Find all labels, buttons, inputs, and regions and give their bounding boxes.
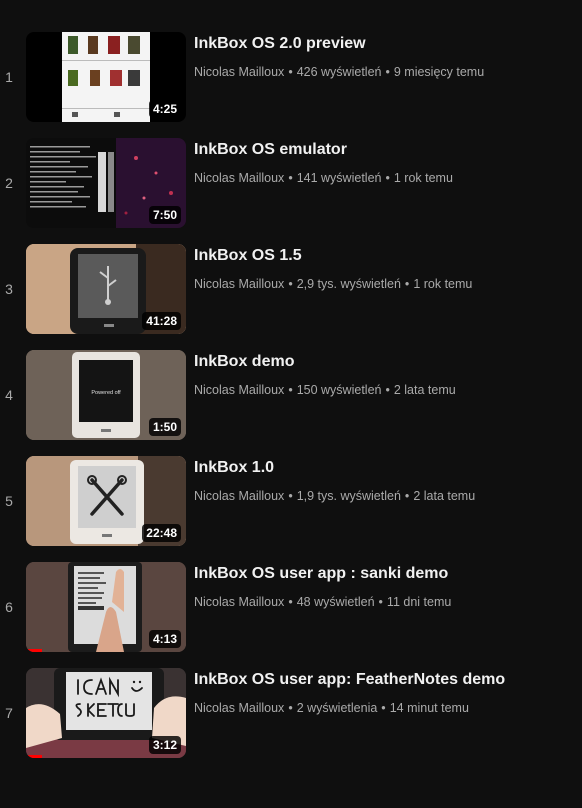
playlist-item[interactable]: 1 4:25 InkBox OS 2.0 preview Nicolas Mai… bbox=[0, 32, 582, 122]
upload-age: 11 dni temu bbox=[386, 595, 452, 609]
item-index: 7 bbox=[5, 705, 13, 721]
meta-separator: • bbox=[385, 383, 390, 397]
playlist-item[interactable]: 2 7:50 InkBox OS emulator Nicolas Maillo… bbox=[0, 138, 582, 228]
video-meta: Nicolas Mailloux • 426 wyświetleń • 9 miesię… bbox=[194, 65, 574, 79]
meta-separator: • bbox=[288, 595, 293, 609]
video-title[interactable]: InkBox OS user app : sanki demo bbox=[194, 565, 574, 583]
view-count: 141 wyświetleń bbox=[296, 171, 382, 185]
item-index: 1 bbox=[5, 69, 13, 85]
video-meta: Nicolas Mailloux • 141 wyświetleń • 1 rok te… bbox=[194, 171, 574, 185]
upload-age: 2 lata temu bbox=[393, 383, 456, 397]
video-duration: 4:13 bbox=[148, 630, 181, 648]
meta-separator: • bbox=[385, 171, 390, 185]
watch-progress bbox=[26, 755, 42, 758]
channel-name[interactable]: Nicolas Mailloux bbox=[194, 383, 284, 397]
video-duration: 22:48 bbox=[142, 524, 181, 542]
channel-name[interactable]: Nicolas Mailloux bbox=[194, 595, 284, 609]
upload-age: 1 rok temu bbox=[413, 277, 473, 291]
video-thumbnail[interactable]: 41:28 bbox=[26, 244, 186, 334]
video-meta: Nicolas Mailloux • 2,9 tys. wyświetleń • 1 r… bbox=[194, 277, 574, 291]
video-thumbnail[interactable]: 3:12 bbox=[26, 668, 186, 758]
video-title[interactable]: InkBox demo bbox=[194, 353, 574, 371]
video-thumbnail[interactable]: Powered off 1:50 bbox=[26, 350, 186, 440]
item-index: 2 bbox=[5, 175, 13, 191]
video-title[interactable]: InkBox OS user app: FeatherNotes demo bbox=[194, 671, 574, 689]
video-meta: Nicolas Mailloux • 48 wyświetleń • 11 dni te… bbox=[194, 595, 574, 609]
playlist-item[interactable]: 3 41:28 InkBox OS 1.5 Nicolas Mailloux •… bbox=[0, 244, 582, 334]
view-count: 2 wyświetlenia bbox=[296, 701, 378, 715]
video-duration: 7:50 bbox=[148, 206, 181, 224]
video-thumbnail[interactable]: 22:48 bbox=[26, 456, 186, 546]
video-meta: Nicolas Mailloux • 150 wyświetleń • 2 lata t… bbox=[194, 383, 574, 397]
item-index: 3 bbox=[5, 281, 13, 297]
playlist-item[interactable]: 4 Powered off 1:50 InkBox demo Nicolas M… bbox=[0, 350, 582, 440]
meta-separator: • bbox=[288, 277, 293, 291]
watch-progress bbox=[26, 649, 42, 652]
video-title[interactable]: InkBox OS 1.5 bbox=[194, 247, 574, 265]
video-thumbnail[interactable]: 4:13 bbox=[26, 562, 186, 652]
meta-separator: • bbox=[288, 383, 293, 397]
channel-name[interactable]: Nicolas Mailloux bbox=[194, 701, 284, 715]
item-index: 4 bbox=[5, 387, 13, 403]
upload-age: 2 lata temu bbox=[413, 489, 476, 503]
view-count: 48 wyświetleń bbox=[296, 595, 375, 609]
video-title[interactable]: InkBox 1.0 bbox=[194, 459, 574, 477]
meta-separator: • bbox=[404, 277, 410, 291]
channel-name[interactable]: Nicolas Mailloux bbox=[194, 277, 284, 291]
video-duration: 1:50 bbox=[148, 418, 181, 436]
meta-separator: • bbox=[288, 171, 293, 185]
meta-separator: • bbox=[288, 489, 293, 503]
meta-separator: • bbox=[288, 701, 293, 715]
video-duration: 3:12 bbox=[148, 736, 181, 754]
video-meta: Nicolas Mailloux • 2 wyświetlenia • 14 minut… bbox=[194, 701, 574, 715]
item-index: 6 bbox=[5, 599, 13, 615]
view-count: 1,9 tys. wyświetleń bbox=[296, 489, 401, 503]
video-meta: Nicolas Mailloux • 1,9 tys. wyświetleń • 2 l… bbox=[194, 489, 574, 503]
meta-separator: • bbox=[381, 701, 386, 715]
upload-age: 9 miesięcy temu bbox=[393, 65, 485, 79]
video-duration: 41:28 bbox=[142, 312, 181, 330]
playlist-item[interactable]: 6 4:13 InkBox OS user app: sanki demo N… bbox=[0, 562, 582, 652]
video-title[interactable]: InkBox OS emulator bbox=[194, 141, 574, 159]
meta-separator: • bbox=[288, 65, 293, 79]
playlist-item[interactable]: 5 22:48 InkBox 1.0 Nicolas Mailloux • 1,… bbox=[0, 456, 582, 546]
meta-separator: • bbox=[385, 65, 390, 79]
view-count: 426 wyświetleń bbox=[296, 65, 382, 79]
meta-separator: • bbox=[404, 489, 410, 503]
view-count: 150 wyświetleń bbox=[296, 383, 382, 397]
video-title[interactable]: InkBox OS 2.0 preview bbox=[194, 35, 574, 53]
powered-off-text: Powered off bbox=[91, 390, 121, 396]
video-thumbnail[interactable]: 4:25 bbox=[26, 32, 186, 122]
meta-separator: • bbox=[378, 595, 383, 609]
video-duration: 4:25 bbox=[148, 100, 181, 118]
item-index: 5 bbox=[5, 493, 13, 509]
view-count: 2,9 tys. wyświetleń bbox=[296, 277, 401, 291]
upload-age: 14 minut temu bbox=[389, 701, 469, 715]
video-thumbnail[interactable]: 7:50 bbox=[26, 138, 186, 228]
playlist-item[interactable]: 7 3:12 InkBox OS user app: FeatherNotes … bbox=[0, 668, 582, 758]
upload-age: 1 rok temu bbox=[393, 171, 453, 185]
channel-name[interactable]: Nicolas Mailloux bbox=[194, 65, 284, 79]
channel-name[interactable]: Nicolas Mailloux bbox=[194, 171, 284, 185]
channel-name[interactable]: Nicolas Mailloux bbox=[194, 489, 284, 503]
